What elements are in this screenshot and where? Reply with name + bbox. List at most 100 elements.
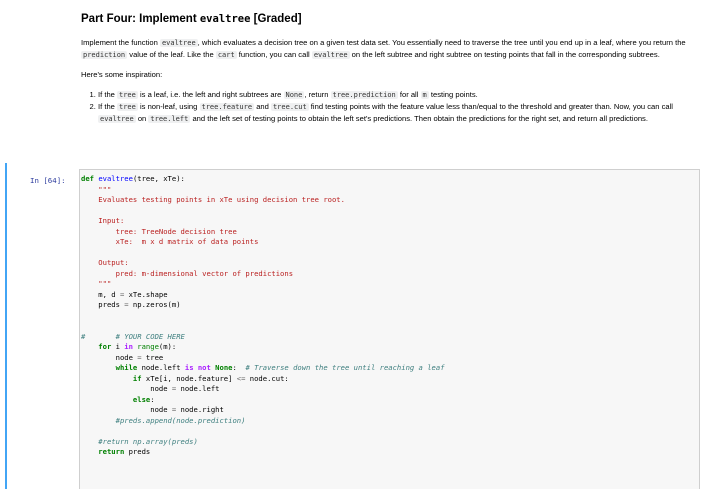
inline-code: evaltree <box>311 51 350 59</box>
code-token: Evaluates testing points in xTe using de… <box>81 195 345 204</box>
code-line: def evaltree(tree, xTe): <box>81 174 445 185</box>
inline-code: tree.feature <box>199 103 255 111</box>
text-run: function, you can call <box>236 50 312 59</box>
text-run: value of the leaf. Like the <box>127 50 216 59</box>
code-token: def <box>81 174 99 183</box>
code-token: else <box>81 394 151 404</box>
code-token: node.cut: <box>245 373 289 383</box>
code-line: # # YOUR CODE HERE <box>81 332 445 343</box>
inline-code: evaltree <box>159 39 198 47</box>
code-line: ​ <box>81 311 445 322</box>
code-token: is not <box>184 363 216 372</box>
code-line: node = node.left <box>81 384 445 395</box>
text-run: , which evaluates a decision tree on a g… <box>197 38 686 47</box>
code-token: i <box>115 342 125 351</box>
code-token: while <box>81 363 142 372</box>
code-token: m, d <box>81 289 120 299</box>
code-token: range <box>137 342 159 351</box>
code-token: #preds.append(node.prediction) <box>81 415 246 425</box>
code-line: pred: m-dimensional vector of prediction… <box>81 269 445 280</box>
code-line: if xTe[i, node.feature] <= node.cut: <box>81 374 445 385</box>
inline-code: tree.left <box>148 115 191 123</box>
text-run: on the left subtree and right subtree on… <box>349 50 660 59</box>
code-token: xTe.shape <box>124 289 168 299</box>
inspiration-text: Here's some inspiration: <box>81 70 163 79</box>
inline-code: tree.prediction <box>330 91 398 99</box>
code-line: ​ <box>81 426 445 437</box>
code-token: node.left <box>141 363 185 372</box>
inline-code: None <box>283 91 305 99</box>
code-token: (tree, xTe): <box>132 174 185 183</box>
code-line: preds = np.zeros(m) <box>81 300 445 311</box>
code-token: Output: <box>81 258 129 267</box>
code-line: """ <box>81 279 445 290</box>
inline-code: m <box>420 91 429 99</box>
code-line: Input: <box>81 216 445 227</box>
code-line: node = node.right <box>81 405 445 416</box>
code-line: ​ <box>81 206 445 217</box>
code-line: Evaluates testing points in xTe using de… <box>81 195 445 206</box>
heading-text: Part Four: Implement <box>81 13 200 25</box>
code-token: : <box>232 363 246 372</box>
text-run: find testing points with the feature val… <box>308 102 673 111</box>
text-run: If the <box>98 102 117 111</box>
text-run: testing points. <box>428 90 478 99</box>
text-run: for all <box>397 90 421 99</box>
code-token: for <box>81 342 116 351</box>
text-run: is a leaf, i.e. the left and right subtr… <box>137 90 284 99</box>
code-token: np.zeros(m) <box>128 300 181 309</box>
code-token: node <box>81 384 172 393</box>
code-token: xTe: m x d matrix of data points <box>81 237 259 246</box>
code-token: #return np.array(preds) <box>81 436 198 446</box>
steps-list: If the tree is a leaf, i.e. the left and… <box>81 89 696 125</box>
code-token: # Traverse down the tree until reaching … <box>245 363 445 372</box>
text-run: is non-leaf, using <box>137 102 200 111</box>
text-run: and <box>254 102 271 111</box>
code-line: else: <box>81 395 445 406</box>
code-line: Output: <box>81 258 445 269</box>
code-token: preds <box>81 300 125 309</box>
heading-code: evaltree <box>199 13 251 25</box>
inline-code: tree <box>117 91 138 99</box>
code-line: ​ <box>81 321 445 332</box>
intro-paragraph: Implement the function evaltree, which e… <box>81 37 696 61</box>
section-heading: Part Four: Implement evaltree [Graded] <box>81 12 696 27</box>
code-token: tree: TreeNode decision tree <box>81 226 237 236</box>
inline-code: prediction <box>81 51 128 59</box>
code-line: while node.left is not None: # Traverse … <box>81 363 445 374</box>
text-run: and the left set of testing points to ob… <box>190 114 648 123</box>
cell-prompt: In [64]: <box>30 176 66 185</box>
code-token: Input: <box>81 216 125 225</box>
text-run: Implement the function <box>81 38 160 47</box>
code-editor[interactable]: def evaltree(tree, xTe): """ Evaluates t… <box>81 174 445 458</box>
inline-code: tree <box>117 103 138 111</box>
code-line: #return np.array(preds) <box>81 437 445 448</box>
code-token: (m): <box>158 342 177 351</box>
markdown-cell: Part Four: Implement evaltree [Graded] I… <box>81 0 696 125</box>
code-line: return preds <box>81 447 445 458</box>
step-item: If the tree is non-leaf, using tree.feat… <box>98 101 696 125</box>
inline-code: tree.cut <box>270 103 309 111</box>
code-token: in <box>124 342 138 351</box>
code-token: pred: m-dimensional vector of prediction… <box>81 268 294 278</box>
code-token: # # YOUR CODE HERE <box>81 331 185 341</box>
code-token: """ <box>81 184 112 194</box>
code-token: evaltree <box>98 174 133 183</box>
code-token: None <box>215 363 233 372</box>
code-token: if <box>81 373 146 383</box>
inline-code: evaltree <box>98 115 136 123</box>
code-line: """ <box>81 185 445 196</box>
heading-suffix: [Graded] <box>250 13 302 25</box>
text-run: on <box>135 114 149 123</box>
code-token: node.right <box>176 405 224 414</box>
code-token: node <box>81 405 172 414</box>
step-item: If the tree is a leaf, i.e. the left and… <box>98 89 696 101</box>
code-line: m, d = xTe.shape <box>81 290 445 301</box>
code-token: return <box>81 447 129 456</box>
code-token: preds <box>128 447 151 456</box>
code-token: node.left <box>176 384 220 393</box>
code-token: """ <box>81 279 112 288</box>
code-token: : <box>150 394 155 404</box>
inline-code: cart <box>215 51 237 59</box>
text-run: If the <box>98 90 117 99</box>
